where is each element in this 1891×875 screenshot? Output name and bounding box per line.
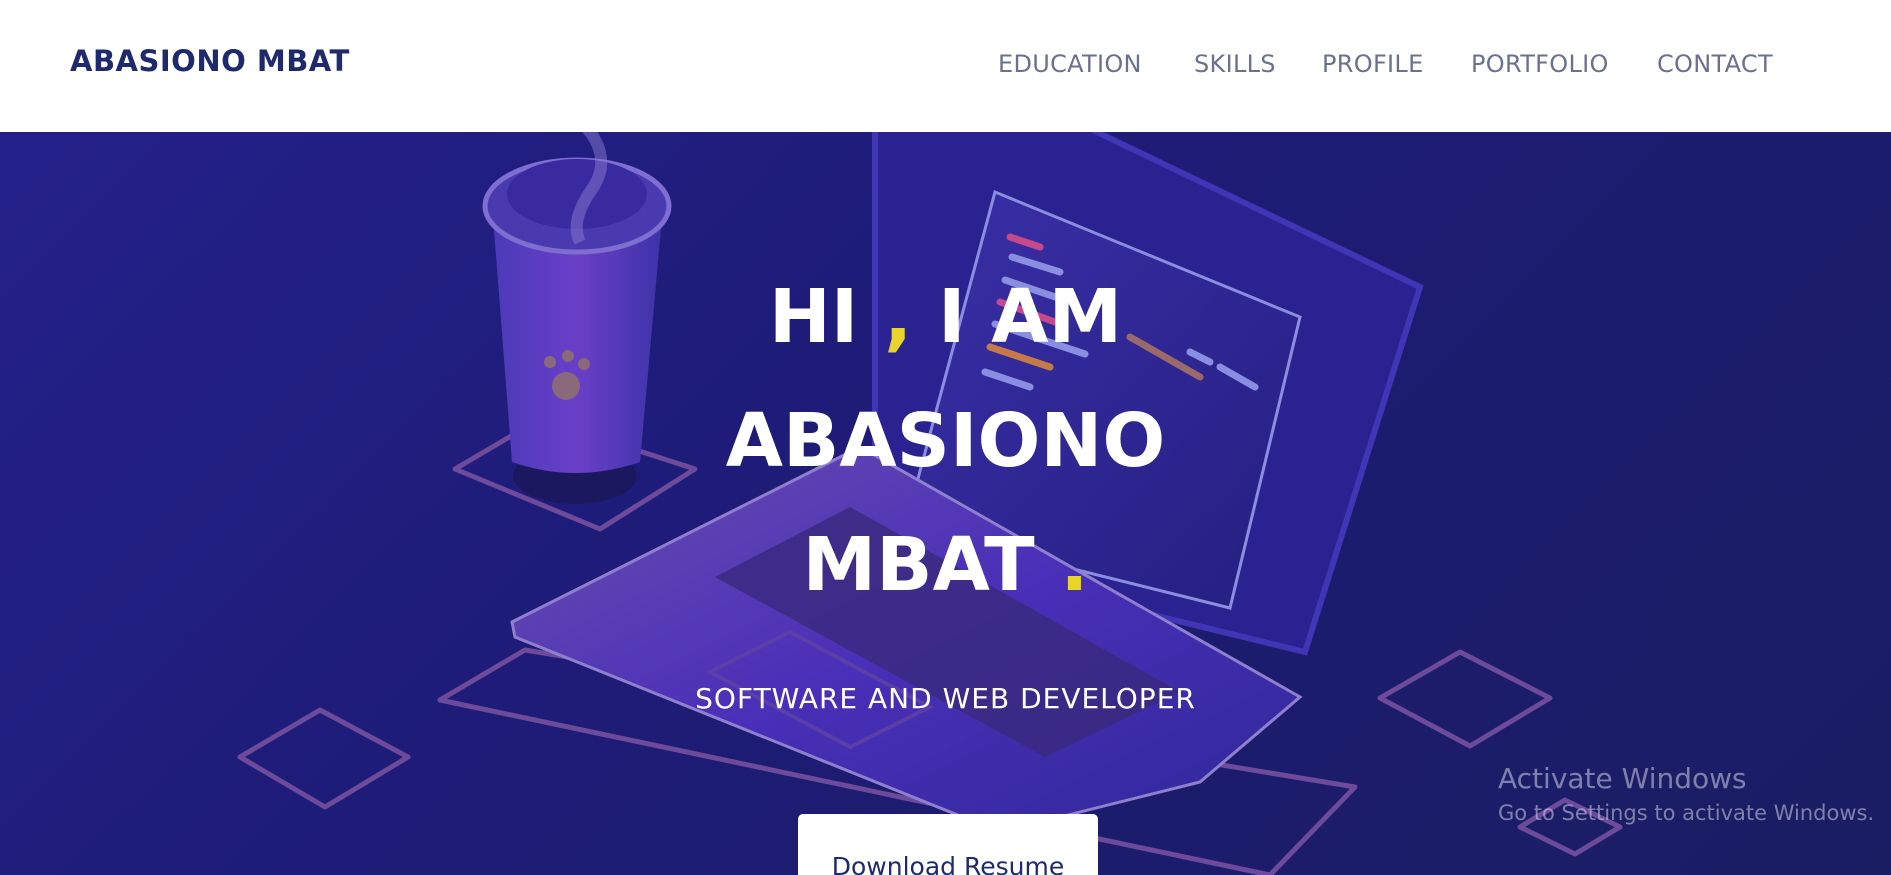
brand-logo[interactable]: ABASIONO MBAT [70,44,350,78]
nav-skills-link[interactable]: SKILLS [1194,50,1276,78]
greeting-hi: HI [768,274,859,360]
last-name-text: MBAT [802,522,1035,608]
nav-profile-link[interactable]: PROFILE [1322,50,1424,78]
hero-last-name: MBAT . [0,528,1891,602]
nav-contact-link[interactable]: CONTACT [1657,50,1773,78]
watermark-subtitle: Go to Settings to activate Windows. [1498,801,1875,825]
download-resume-button[interactable]: Download Resume [798,814,1098,875]
last-name-dot: . [1060,522,1089,608]
nav-portfolio-link[interactable]: PORTFOLIO [1471,50,1609,78]
top-navbar: ABASIONO MBAT EDUCATION SKILLS PROFILE P… [0,0,1891,132]
windows-activation-watermark: Activate Windows Go to Settings to activ… [1498,762,1874,825]
watermark-title: Activate Windows [1498,762,1747,795]
greeting-comma: , [884,274,913,360]
greeting-i-am: I AM [937,274,1123,360]
hero-first-name: ABASIONO [725,398,1166,484]
nav-education-link[interactable]: EDUCATION [998,50,1142,78]
hero-greeting: HI , I AM [0,280,1891,354]
hero-subtitle: SOFTWARE AND WEB DEVELOPER [695,682,1196,715]
